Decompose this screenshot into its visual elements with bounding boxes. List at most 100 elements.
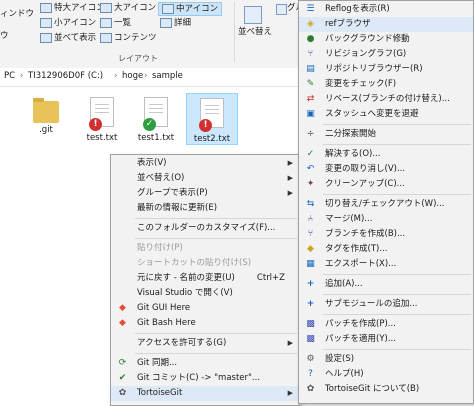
extra-large-icons-icon xyxy=(40,2,52,13)
layout-tiles[interactable]: 並べて表示 xyxy=(40,32,96,44)
menu-git-gui[interactable]: ◆ Git GUI Here xyxy=(111,301,299,316)
ref-browser-icon: ◈ xyxy=(307,19,314,29)
merge-icon: ⑃ xyxy=(307,214,314,224)
layout-small-icons[interactable]: 小アイコン xyxy=(40,17,96,29)
branch-icon: ⑂ xyxy=(307,229,314,239)
content-icon xyxy=(100,32,112,43)
switch-icon: ⇆ xyxy=(306,199,315,209)
submenu-repo-browser[interactable]: ▤ リポジトリブラウザー(R) xyxy=(299,62,473,77)
ribbon-divider xyxy=(234,2,235,62)
menu-separator xyxy=(323,294,471,295)
file-name: .git xyxy=(39,125,53,135)
reflog-icon: ☰ xyxy=(306,4,315,14)
submenu-create-patch[interactable]: ▩ パッチを作成(P)... xyxy=(299,317,473,332)
submenu-help[interactable]: ? ヘルプ(H) xyxy=(299,367,473,382)
text-file-icon: ! xyxy=(89,97,114,131)
breadcrumb-pc[interactable]: PC xyxy=(4,71,15,81)
layout-large-icons[interactable]: 大アイコン xyxy=(100,2,156,14)
submenu-daemon[interactable]: ● バックグラウンド修動 xyxy=(299,32,473,47)
file-item-test1[interactable]: ✓ test1.txt xyxy=(134,97,178,143)
sort-by-button[interactable]: 並べ替え xyxy=(238,26,272,38)
submenu-cleanup[interactable]: ✦ クリーンアップ(C)... xyxy=(299,177,473,192)
tortoisegit-icon: ✿ xyxy=(118,388,127,398)
chevron-right-icon: ▶ xyxy=(287,389,293,397)
ribbon-left-label-2[interactable]: ウ xyxy=(0,30,9,42)
submenu-revision-graph[interactable]: ⑂ リビジョングラフ(G) xyxy=(299,47,473,62)
layout-extra-large-icons[interactable]: 特大アイコン xyxy=(40,2,105,14)
menu-git-bash[interactable]: ◆ Git Bash Here xyxy=(111,316,299,331)
submenu-about[interactable]: ✿ TortoiseGit について(B) xyxy=(299,382,473,397)
submenu-show-reflog[interactable]: ☰ Reflogを表示(R) xyxy=(299,2,473,17)
revision-graph-icon: ⑂ xyxy=(307,49,314,59)
menu-sort[interactable]: 並べ替え(O) ▶ xyxy=(111,171,299,186)
tortoisegit-submenu: ☰ Reflogを表示(R) ◈ refブラウザ ● バックグラウンド修動 ⑂ リビジョ… xyxy=(298,0,474,404)
menu-undo-rename[interactable]: 元に戻す - 名前の変更(U) Ctrl+Z xyxy=(111,271,299,286)
context-menu: 表示(V) ▶ 並べ替え(O) ▶ グループで表示(P) ▶ 最新の情報に更新(E) … xyxy=(110,154,300,406)
commit-icon: ✔ xyxy=(118,373,127,383)
layout-list[interactable]: 一覧 xyxy=(100,17,131,29)
revert-icon: ↶ xyxy=(306,164,315,174)
submenu-merge[interactable]: ⑃ マージ(M)... xyxy=(299,212,473,227)
apply-patch-icon: ▩ xyxy=(306,334,315,344)
submenu-export[interactable]: ▦ エクスポート(X)... xyxy=(299,257,473,272)
submenu-switch-checkout[interactable]: ⇆ 切り替え/チェックアウト(W)... xyxy=(299,197,473,212)
menu-group[interactable]: グループで表示(P) ▶ xyxy=(111,186,299,201)
breadcrumb-sample[interactable]: sample xyxy=(152,71,183,81)
layout-caption: レイアウト xyxy=(118,54,158,63)
submenu-bisect-start[interactable]: ÷ 二分探索開始 xyxy=(299,127,473,142)
breadcrumb-hoge[interactable]: hoge xyxy=(122,71,143,81)
menu-separator xyxy=(323,144,471,145)
menu-view[interactable]: 表示(V) ▶ xyxy=(111,156,299,171)
menu-paste-shortcut: ショートカットの貼り付け(S) xyxy=(137,258,252,268)
menu-refresh[interactable]: 最新の情報に更新(E) xyxy=(111,201,299,216)
sort-icon xyxy=(244,6,262,24)
modified-badge-icon: ! xyxy=(199,119,212,132)
submenu-revert[interactable]: ↶ 変更の取り消し(V)... xyxy=(299,162,473,177)
layout-details[interactable]: 詳細 xyxy=(160,17,191,29)
globe-icon: ● xyxy=(306,34,315,44)
submenu-ref-browser[interactable]: ◈ refブラウザ xyxy=(299,17,473,32)
stash-icon: ▣ xyxy=(306,109,315,119)
menu-grant-access[interactable]: アクセスを許可する(G) ▶ xyxy=(111,336,299,351)
submenu-apply-patch[interactable]: ▩ パッチを適用(Y)... xyxy=(299,332,473,347)
modified-badge-icon: ! xyxy=(89,118,102,131)
resolve-icon: ✓ xyxy=(306,149,315,159)
submenu-resolve[interactable]: ✓ 解決する(O)... xyxy=(299,147,473,162)
layout-content[interactable]: コンテンツ xyxy=(100,32,157,44)
breadcrumb-drive[interactable]: TI312906D0F (C:) xyxy=(28,71,103,81)
submenu-rebase[interactable]: ⇄ リベース(ブランチの付け替え)... xyxy=(299,92,473,107)
submenu-create-branch[interactable]: ⑂ ブランチを作成(B)... xyxy=(299,227,473,242)
layout-medium-icons[interactable]: 中アイコン xyxy=(158,2,223,16)
menu-tortoisegit[interactable]: ✿ TortoiseGit ▶ xyxy=(111,386,299,401)
add-icon: + xyxy=(306,279,315,289)
file-name: test1.txt xyxy=(137,133,175,143)
submenu-add[interactable]: + 追加(A)... xyxy=(299,277,473,292)
submenu-settings[interactable]: ⚙ 設定(S) xyxy=(299,352,473,367)
menu-git-sync[interactable]: ⟳ Git 同期... xyxy=(111,356,299,371)
bisect-icon: ÷ xyxy=(306,129,315,139)
cleanup-icon: ✦ xyxy=(306,179,315,189)
menu-separator xyxy=(323,124,471,125)
menu-separator xyxy=(135,333,297,334)
file-item-test2-selected[interactable]: ! test2.txt xyxy=(186,93,238,145)
file-item-test[interactable]: ! test.txt xyxy=(80,97,124,143)
submenu-stash-save[interactable]: ▣ スタッシュへ変更を退避 xyxy=(299,107,473,122)
ribbon-left-label-1[interactable]: ィンドウ xyxy=(0,8,34,20)
menu-separator xyxy=(323,349,471,350)
create-patch-icon: ▩ xyxy=(306,319,315,329)
chevron-right-icon: ▶ xyxy=(287,159,293,167)
submenu-create-tag[interactable]: ◆ タグを作成(T)... xyxy=(299,242,473,257)
text-file-icon: ✓ xyxy=(143,97,168,131)
submenu-check-modifications[interactable]: ✎ 変更をチェック(F) xyxy=(299,77,473,92)
chevron-right-icon: ▶ xyxy=(287,174,293,182)
menu-customize[interactable]: このフォルダーのカスタマイズ(F)... xyxy=(111,221,299,236)
file-item-folder[interactable]: .git xyxy=(24,97,68,135)
menu-paste: 貼り付け(P) xyxy=(137,243,183,253)
ok-badge-icon: ✓ xyxy=(143,118,156,131)
tag-icon: ◆ xyxy=(307,244,314,254)
menu-git-commit[interactable]: ✔ Git コミット(C) -> "master"... xyxy=(111,371,299,386)
submenu-add-submodule[interactable]: + サブモジュールの追加... xyxy=(299,297,473,312)
menu-open-visual-studio[interactable]: Visual Studio で開く(V) xyxy=(111,286,299,301)
group-by-icon xyxy=(276,4,287,15)
file-name: test2.txt xyxy=(193,134,231,144)
